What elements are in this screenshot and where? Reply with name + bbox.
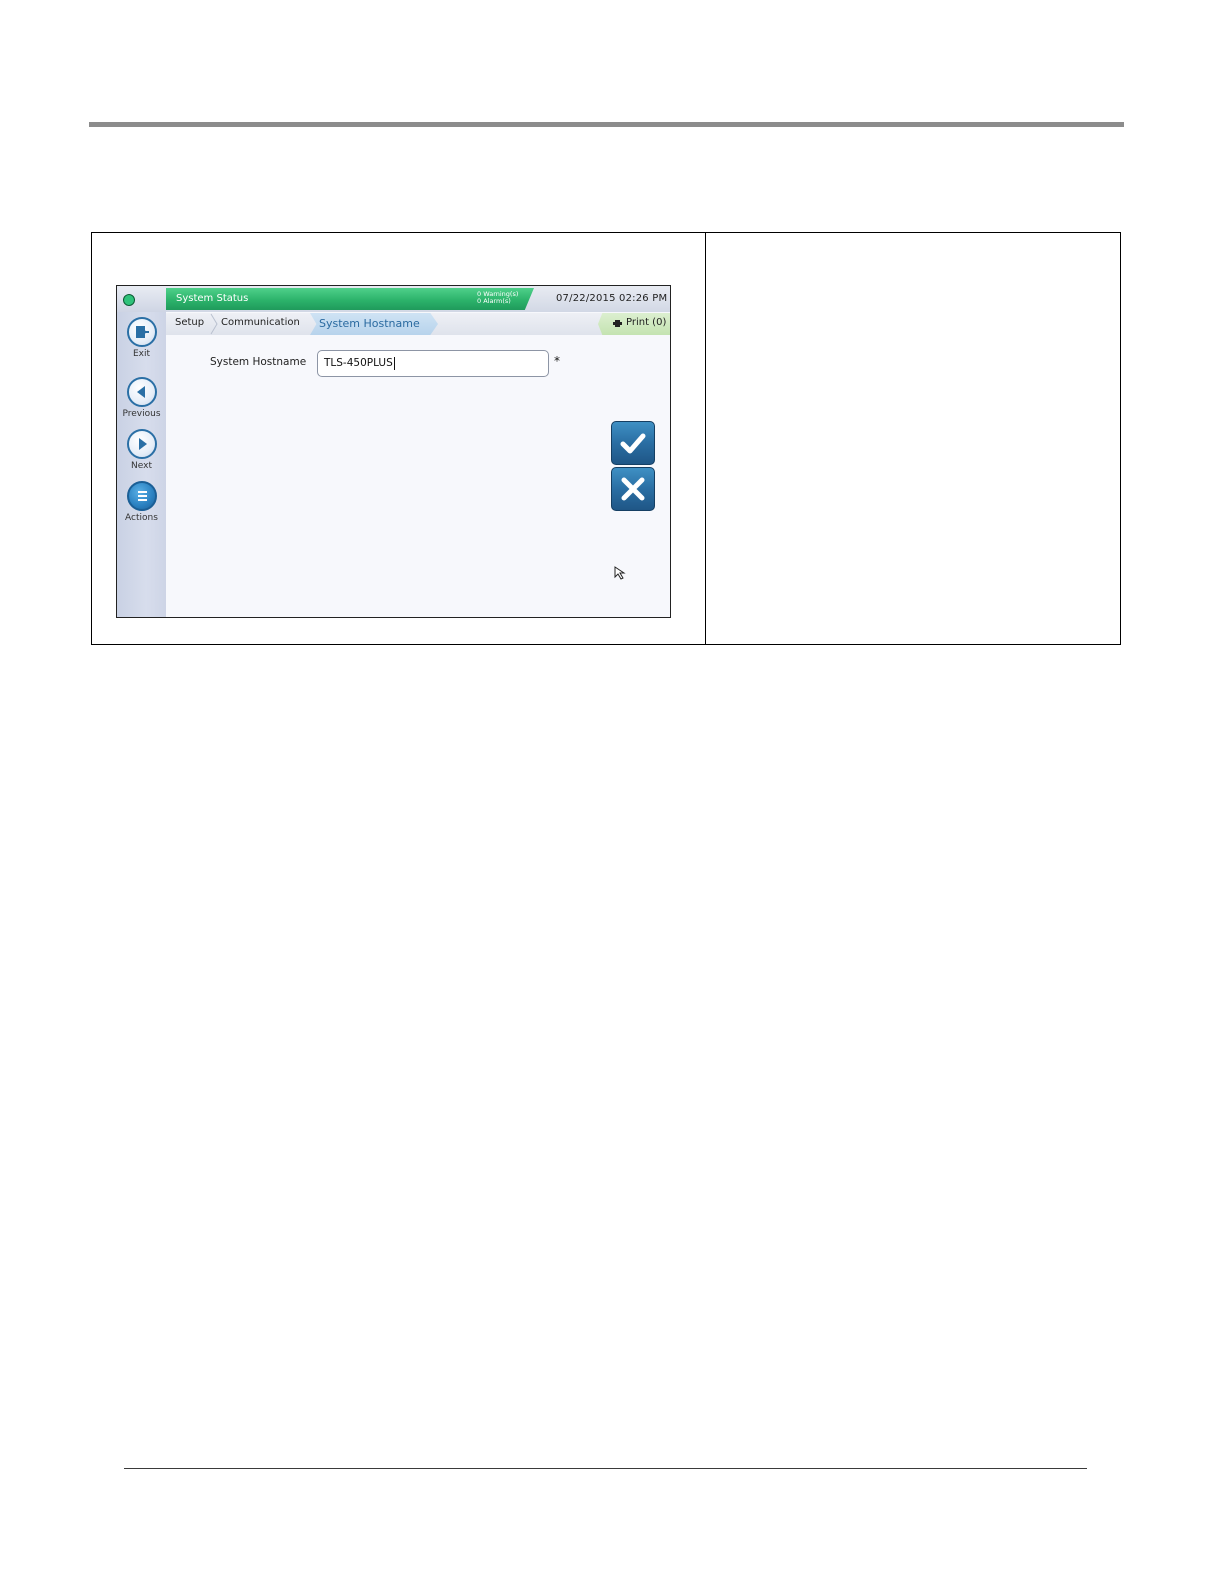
next-arrow-icon bbox=[126, 429, 157, 459]
exit-button[interactable]: Exit bbox=[117, 317, 166, 359]
previous-arrow-icon bbox=[126, 377, 157, 407]
hostname-input[interactable]: TLS-450PLUS bbox=[317, 350, 549, 377]
actions-label: Actions bbox=[125, 513, 158, 523]
breadcrumb-setup[interactable]: Setup bbox=[175, 317, 204, 328]
hostname-label: System Hostname bbox=[210, 356, 307, 368]
system-status-title: System Status bbox=[176, 293, 249, 304]
printer-icon bbox=[613, 320, 622, 327]
header-rule bbox=[89, 122, 1124, 127]
menu-lines-icon bbox=[126, 481, 157, 511]
accept-button[interactable] bbox=[611, 421, 655, 465]
checkmark-icon bbox=[620, 433, 646, 454]
exit-icon bbox=[126, 317, 157, 347]
breadcrumb-current: System Hostname bbox=[319, 317, 420, 330]
warning-alarm-count: 0 Warning(s) 0 Alarm(s) bbox=[477, 291, 518, 305]
breadcrumb-separator-icon bbox=[210, 313, 218, 335]
required-marker: * bbox=[554, 354, 560, 368]
next-label: Next bbox=[131, 461, 152, 471]
date-time: 07/22/2015 02:26 PM bbox=[556, 293, 668, 304]
hostname-value: TLS-450PLUS bbox=[324, 357, 393, 369]
device-screen: Exit Previous Next Actions System Status… bbox=[116, 285, 671, 618]
mouse-pointer-icon bbox=[614, 566, 626, 580]
x-icon bbox=[621, 477, 645, 501]
text-caret bbox=[393, 356, 395, 370]
system-status-light-icon bbox=[123, 294, 135, 306]
actions-button[interactable]: Actions bbox=[117, 481, 166, 523]
next-button[interactable]: Next bbox=[117, 429, 166, 471]
previous-button[interactable]: Previous bbox=[117, 377, 166, 419]
breadcrumb-communication[interactable]: Communication bbox=[221, 317, 300, 328]
table-column-divider bbox=[705, 232, 706, 645]
previous-label: Previous bbox=[122, 409, 161, 419]
alarm-count: 0 Alarm(s) bbox=[477, 297, 511, 305]
print-label: Print (0) bbox=[626, 317, 667, 328]
footer-rule bbox=[124, 1468, 1087, 1469]
exit-label: Exit bbox=[132, 349, 151, 359]
cancel-button[interactable] bbox=[611, 467, 655, 511]
